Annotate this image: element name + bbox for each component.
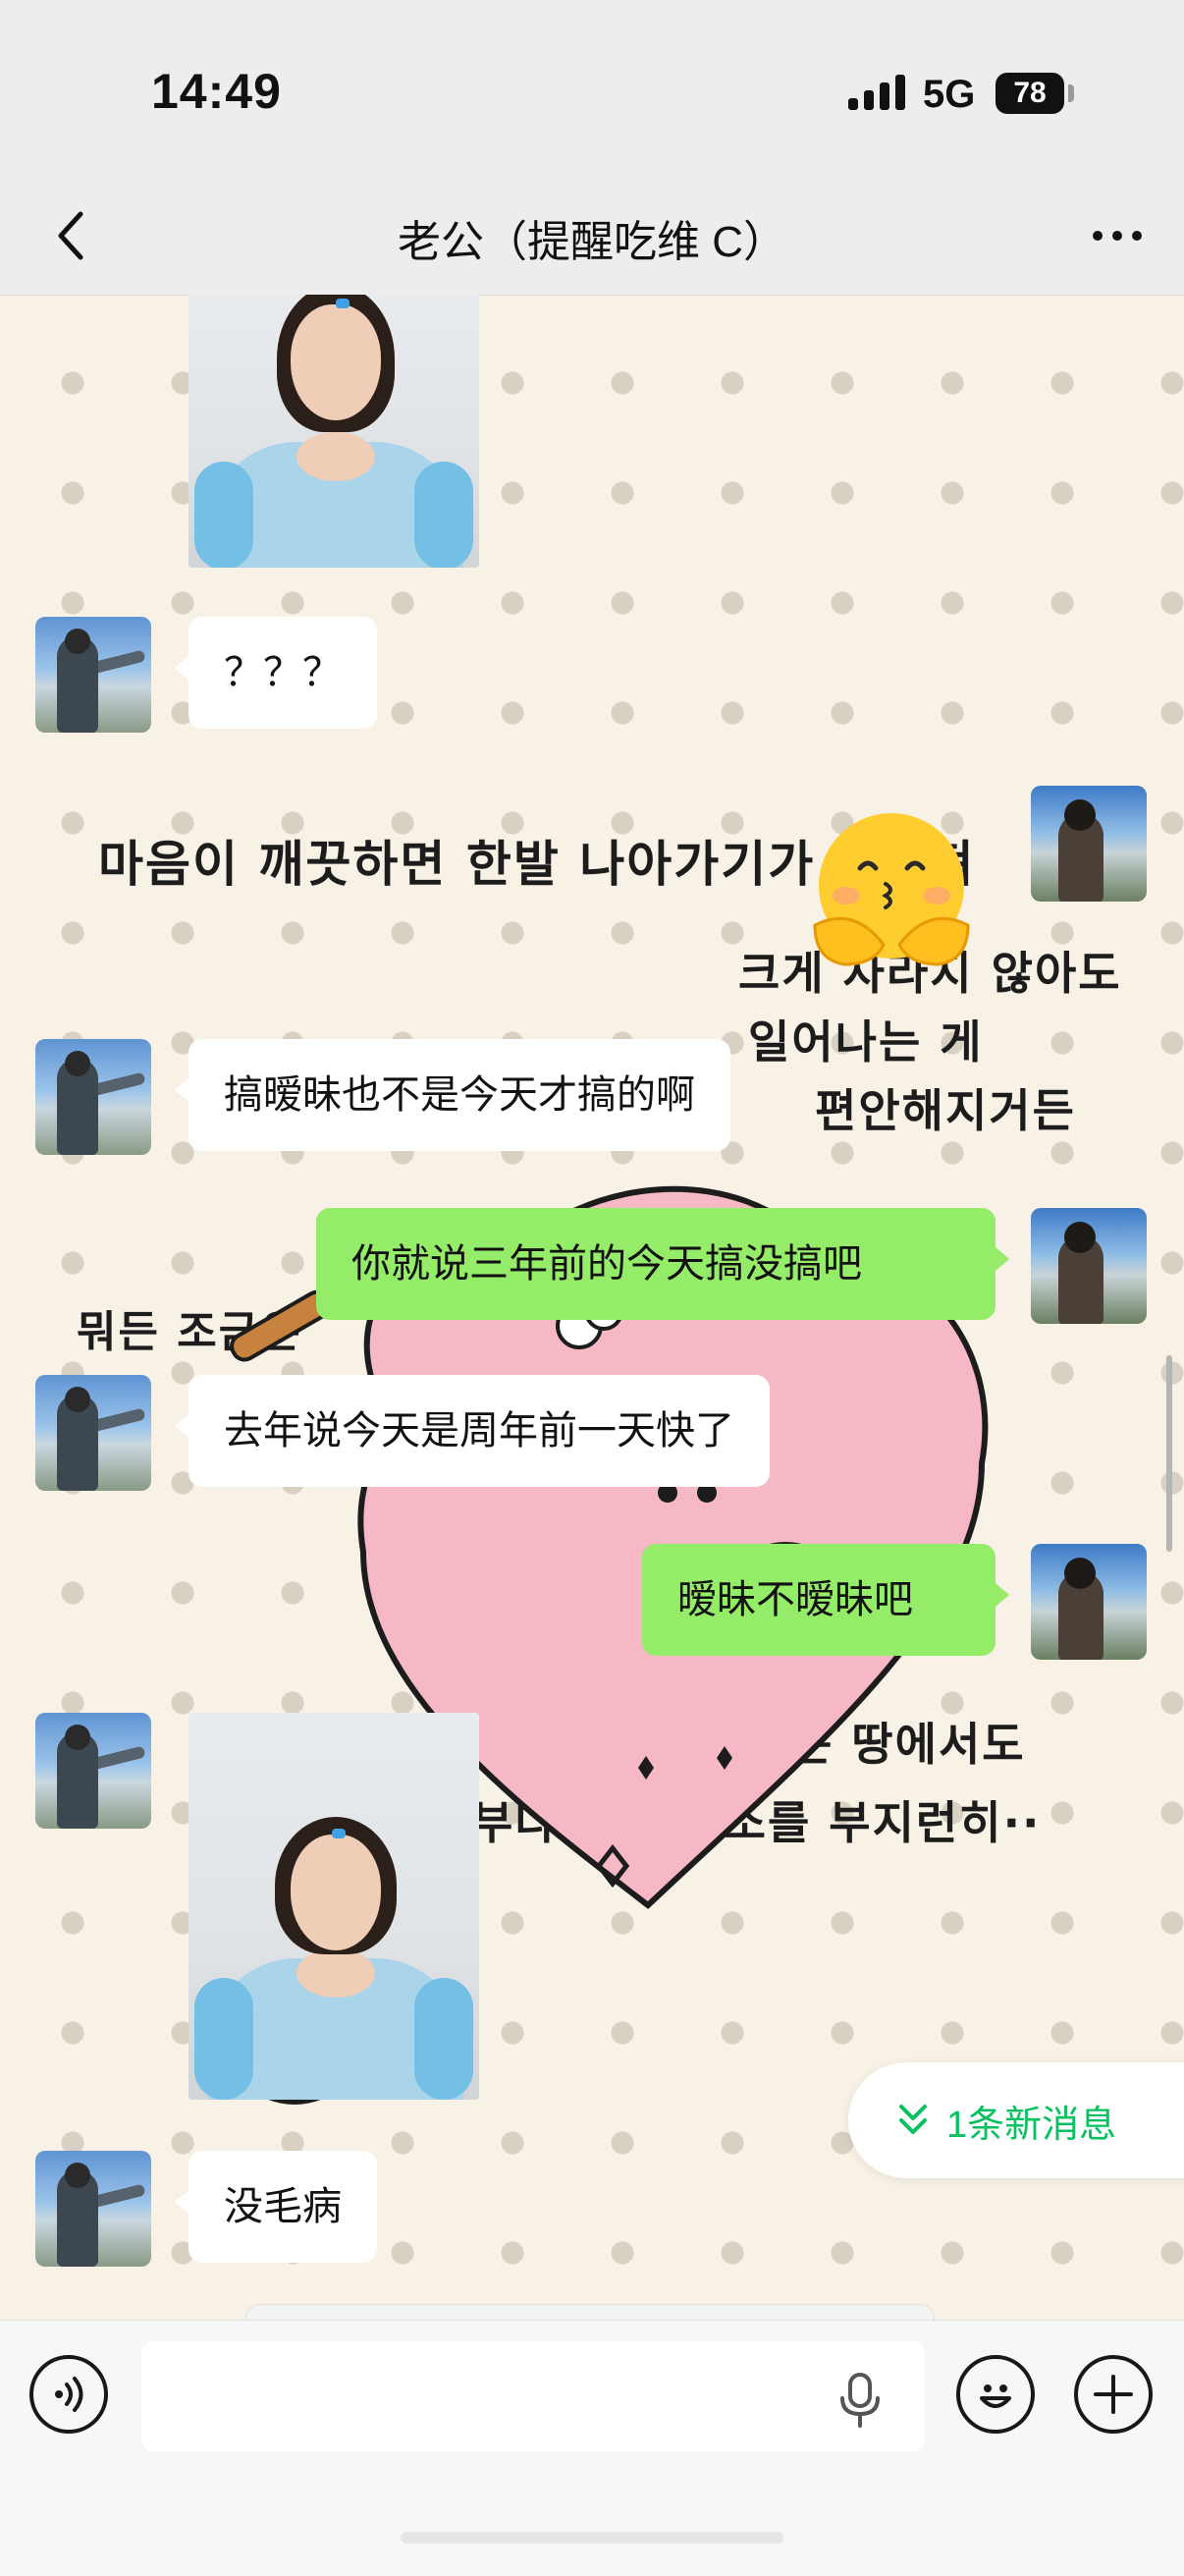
incoming-message[interactable]: ？？？ xyxy=(175,617,377,729)
partner-avatar[interactable] xyxy=(35,1039,151,1155)
chat-header: 老公（提醒吃维 C） xyxy=(0,177,1184,296)
signal-icon xyxy=(848,75,905,110)
photo-sleeve xyxy=(414,462,473,568)
voice-button[interactable] xyxy=(29,2355,108,2434)
photo-neck xyxy=(296,432,375,481)
home-indicator[interactable] xyxy=(401,2532,783,2544)
image-message[interactable] xyxy=(188,1713,479,2100)
battery-nub xyxy=(1068,84,1074,102)
photo-neck xyxy=(296,1948,375,1998)
partner-avatar[interactable] xyxy=(35,617,151,733)
photo-face xyxy=(291,304,381,420)
plus-button[interactable] xyxy=(1074,2355,1153,2434)
battery-icon: 78 xyxy=(996,73,1064,114)
message-input[interactable] xyxy=(141,2341,925,2451)
avatar-head xyxy=(65,1387,90,1412)
mic-icon[interactable] xyxy=(836,2371,884,2430)
emoji-icon xyxy=(980,2384,1011,2408)
partner-avatar[interactable] xyxy=(35,1375,151,1491)
more-button[interactable] xyxy=(1082,200,1153,271)
my-avatar[interactable] xyxy=(1031,786,1147,902)
clock: 14:49 xyxy=(151,64,282,119)
avatar-head xyxy=(65,2163,90,2188)
avatar-head xyxy=(65,1051,90,1076)
photo-face xyxy=(291,1835,381,1950)
outgoing-message[interactable]: 你就说三年前的今天搞没搞吧 xyxy=(316,1208,1009,1320)
incoming-message[interactable]: 搞暧昧也不是今天才搞的啊 xyxy=(175,1039,730,1151)
partner-avatar[interactable] xyxy=(35,1713,151,1829)
my-avatar[interactable] xyxy=(1031,1544,1147,1660)
photo-sleeve xyxy=(194,462,253,568)
photo-sleeve xyxy=(414,1978,473,2100)
battery-level: 78 xyxy=(1013,77,1047,109)
avatar-head xyxy=(65,629,90,654)
scrollbar[interactable] xyxy=(1166,1355,1172,1552)
hair-clip xyxy=(332,1829,346,1838)
hugging-face-sticker[interactable] xyxy=(803,807,980,974)
emoji-button[interactable] xyxy=(956,2355,1035,2434)
new-message-button[interactable]: 1条新消息 xyxy=(848,2062,1184,2178)
more-dots-icon xyxy=(1093,231,1103,241)
status-bar: 14:49 5G 78 xyxy=(0,0,1184,177)
avatar-head xyxy=(1064,1222,1096,1253)
voice-icon xyxy=(55,2377,83,2412)
chat-title: 老公（提醒吃维 C） xyxy=(398,218,786,266)
plus-icon xyxy=(1094,2375,1133,2414)
new-message-label: 1条新消息 xyxy=(946,2104,1117,2146)
avatar-head xyxy=(1064,799,1096,831)
my-avatar[interactable] xyxy=(1031,1208,1147,1324)
outgoing-message[interactable]: 暧昧不暧昧吧 xyxy=(642,1544,1009,1656)
hair-clip xyxy=(336,299,350,308)
double-chevron-down-icon xyxy=(899,2105,927,2134)
avatar-head xyxy=(1064,1558,1096,1589)
image-message[interactable] xyxy=(188,295,479,568)
network-label: 5G xyxy=(923,73,976,116)
partner-avatar[interactable] xyxy=(35,2151,151,2267)
incoming-message[interactable]: 没毛病 xyxy=(175,2151,377,2263)
incoming-message[interactable]: 去年说今天是周年前一天快了 xyxy=(175,1375,770,1487)
more-dot xyxy=(1112,231,1122,241)
photo-sleeve xyxy=(194,1978,253,2100)
more-dot xyxy=(1132,231,1142,241)
avatar-head xyxy=(65,1725,90,1750)
